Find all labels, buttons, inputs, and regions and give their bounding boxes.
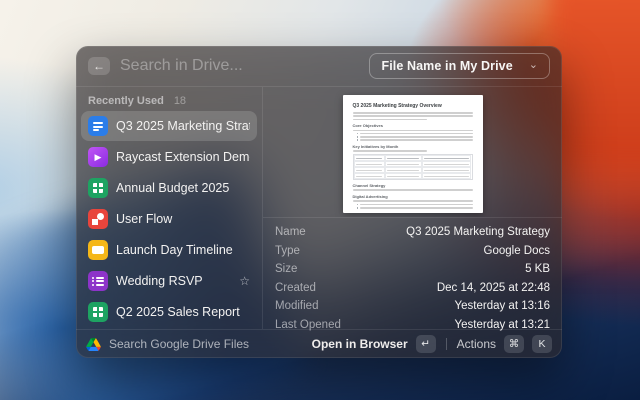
list-item-raycast-extension-demo[interactable]: ▶ Raycast Extension Demo: [81, 142, 257, 172]
footer-separator: [446, 338, 447, 350]
list-item-label: Q2 2025 Sales Report: [116, 305, 250, 319]
google-drawings-icon: [88, 209, 108, 229]
metadata-row-name: Name Q3 2025 Marketing Strategy: [263, 223, 562, 242]
list-item-annual-budget[interactable]: Annual Budget 2025: [81, 173, 257, 203]
command-key-icon: ⌘: [504, 335, 524, 353]
raycast-launcher-window: ← File Name in My Drive ⌄ Recently Used …: [76, 46, 562, 358]
file-list: Recently Used 18 Q3 2025 Marketing Strat…: [76, 87, 262, 329]
raycast-extension-icon: ▶: [88, 147, 108, 167]
list-item-q2-sales-report[interactable]: Q2 2025 Sales Report: [81, 297, 257, 327]
preview-section-heading: Key Initiatives by Month: [353, 144, 473, 149]
list-item-wedding-rsvp[interactable]: Wedding RSVP ☆: [81, 266, 257, 296]
content-area: Recently Used 18 Q3 2025 Marketing Strat…: [76, 87, 562, 329]
google-slides-icon: [88, 240, 108, 260]
search-input[interactable]: [120, 57, 359, 75]
list-item-label: User Flow: [116, 212, 250, 226]
metadata-row-type: Type Google Docs: [263, 242, 562, 261]
back-arrow-icon: ←: [93, 60, 105, 72]
section-title: Recently Used: [88, 95, 164, 107]
list-item-label: Q3 2025 Marketing Strategy: [116, 119, 250, 133]
section-header: Recently Used 18: [81, 90, 257, 111]
preview-section-heading: Digital Advertising: [353, 194, 473, 199]
list-item-label: Launch Day Timeline: [116, 243, 250, 257]
preview-doc-title: Q3 2025 Marketing Strategy Overview: [353, 103, 473, 109]
preview-table: [353, 154, 473, 180]
google-forms-icon: [88, 271, 108, 291]
preview-section-heading: Core Objectives: [353, 123, 473, 128]
list-item-label: Annual Budget 2025: [116, 181, 250, 195]
google-drive-icon: [86, 338, 101, 351]
document-thumbnail: Q3 2025 Marketing Strategy Overview Core…: [343, 95, 483, 213]
action-bar: Search Google Drive Files Open in Browse…: [76, 330, 562, 358]
actions-button[interactable]: Actions: [457, 337, 496, 351]
play-icon: ▶: [95, 152, 102, 163]
extension-source-label: Search Google Drive Files: [109, 337, 304, 351]
google-sheets-icon: [88, 302, 108, 322]
preview-section-heading: Channel Strategy: [353, 183, 473, 188]
chevron-down-icon: ⌄: [529, 58, 538, 71]
search-header: ← File Name in My Drive ⌄: [76, 46, 562, 86]
return-key-icon: ↵: [416, 335, 436, 353]
list-item-q3-marketing-strategy[interactable]: Q3 2025 Marketing Strategy: [81, 111, 257, 141]
list-item-user-flow[interactable]: User Flow: [81, 204, 257, 234]
search-scope-dropdown[interactable]: File Name in My Drive ⌄: [369, 53, 550, 79]
k-key-icon: K: [532, 335, 552, 353]
metadata-row-size: Size 5 KB: [263, 260, 562, 279]
detail-pane: Q3 2025 Marketing Strategy Overview Core…: [263, 87, 562, 329]
back-button[interactable]: ←: [88, 57, 110, 75]
metadata-row-created: Created Dec 14, 2025 at 22:48: [263, 279, 562, 298]
primary-action-button[interactable]: Open in Browser: [312, 337, 408, 351]
metadata-list: Name Q3 2025 Marketing Strategy Type Goo…: [263, 218, 562, 336]
dropdown-label: File Name in My Drive: [381, 59, 512, 73]
google-sheets-icon: [88, 178, 108, 198]
list-item-label: Wedding RSVP: [116, 274, 231, 288]
list-item-label: Raycast Extension Demo: [116, 150, 250, 164]
google-docs-icon: [88, 116, 108, 136]
favorite-star-icon: ☆: [239, 274, 250, 288]
wallpaper-red-stroke: [550, 0, 640, 280]
document-preview: Q3 2025 Marketing Strategy Overview Core…: [263, 87, 562, 217]
section-count: 18: [174, 95, 186, 107]
metadata-row-modified: Modified Yesterday at 13:16: [263, 297, 562, 316]
list-item-launch-day-timeline[interactable]: Launch Day Timeline: [81, 235, 257, 265]
